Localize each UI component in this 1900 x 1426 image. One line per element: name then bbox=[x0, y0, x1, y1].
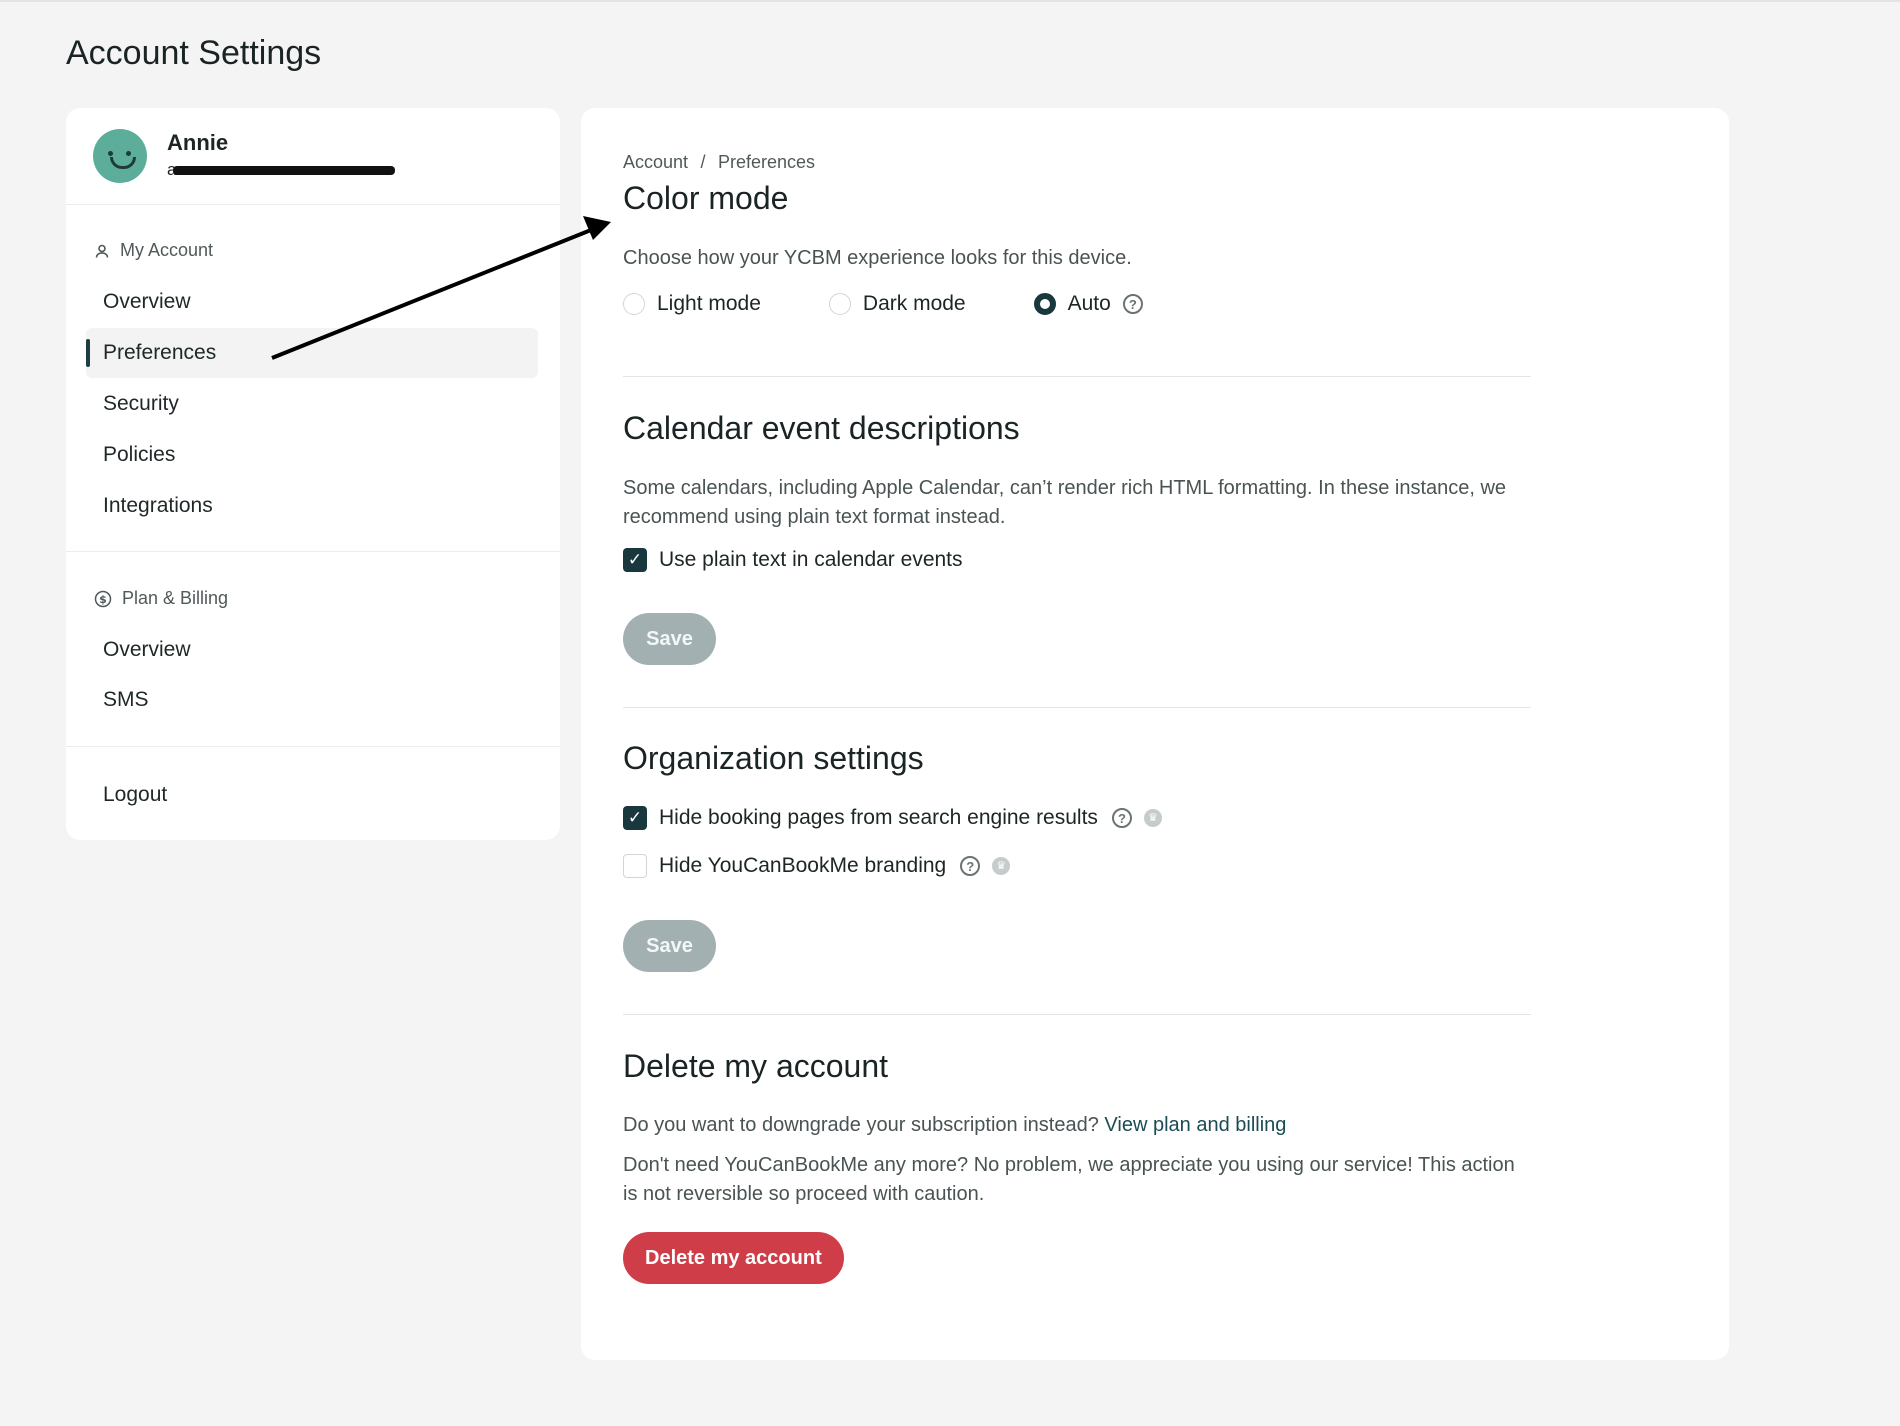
auto-mode-option[interactable]: Auto bbox=[1033, 292, 1111, 316]
hide-search-row: ✓ Hide booking pages from search engine … bbox=[623, 806, 1531, 830]
plain-text-row: ✓ Use plain text in calendar events bbox=[623, 548, 1531, 572]
downgrade-text: Do you want to downgrade your subscripti… bbox=[623, 1114, 1099, 1136]
help-icon[interactable]: ? bbox=[1111, 808, 1132, 828]
dark-mode-label: Dark mode bbox=[862, 292, 966, 315]
settings-sidebar: Annie a My Account Overview Preferences … bbox=[66, 108, 560, 840]
auto-mode-label: Auto bbox=[1067, 292, 1111, 315]
downgrade-row: Do you want to downgrade your subscripti… bbox=[623, 1111, 1531, 1140]
organization-title: Organization settings bbox=[623, 740, 924, 776]
plain-text-checkbox[interactable]: ✓ bbox=[623, 548, 647, 572]
breadcrumb-current: Preferences bbox=[717, 152, 816, 172]
calendar-description: Some calendars, including Apple Calendar… bbox=[623, 477, 1507, 528]
sidebar-item-preferences[interactable]: Preferences bbox=[86, 328, 538, 378]
light-mode-option[interactable]: Light mode bbox=[623, 292, 761, 316]
help-icon[interactable]: ? bbox=[960, 856, 981, 876]
sidebar-divider bbox=[66, 551, 560, 552]
organization-save-wrap: Save bbox=[623, 920, 1531, 972]
delete-warning: Don't need YouCanBookMe any more? No pro… bbox=[623, 1154, 1515, 1205]
avatar bbox=[93, 129, 147, 183]
avatar-eye-left bbox=[108, 151, 113, 156]
crown-icon: ♛ bbox=[992, 857, 1011, 875]
sidebar-item-overview[interactable]: Overview bbox=[86, 277, 538, 327]
profile-card: Annie a bbox=[66, 108, 560, 205]
user-icon bbox=[95, 244, 109, 258]
plan-billing-header-label: Plan & Billing bbox=[122, 588, 229, 608]
plan-billing-header: $ Plan & Billing bbox=[94, 588, 228, 609]
my-account-header-label: My Account bbox=[120, 240, 214, 260]
profile-name: Annie bbox=[167, 130, 229, 155]
color-mode-title: Color mode bbox=[623, 180, 789, 216]
section-divider bbox=[623, 1014, 1531, 1015]
section-divider bbox=[623, 376, 1531, 377]
sidebar-item-policies[interactable]: Policies bbox=[86, 430, 538, 480]
dollar-circle-icon: $ bbox=[94, 590, 112, 607]
hide-branding-label: Hide YouCanBookMe branding bbox=[659, 854, 947, 877]
preferences-panel: Account / Preferences Color mode Choose … bbox=[581, 108, 1729, 1360]
hide-search-checkbox[interactable]: ✓ bbox=[623, 806, 647, 830]
delete-account-button[interactable]: Delete my account bbox=[623, 1232, 844, 1284]
calendar-save-button[interactable]: Save bbox=[623, 613, 716, 665]
color-mode-options: Light mode Dark mode Auto ? bbox=[623, 292, 1531, 316]
breadcrumb: Account / Preferences bbox=[623, 152, 1531, 173]
organization-save-button[interactable]: Save bbox=[623, 920, 716, 972]
avatar-eye-right bbox=[126, 151, 131, 156]
delete-button-wrap: Delete my account bbox=[623, 1232, 1531, 1284]
sidebar-item-billing-overview[interactable]: Overview bbox=[86, 625, 538, 675]
svg-text:$: $ bbox=[99, 593, 107, 606]
avatar-mouth bbox=[110, 157, 136, 169]
sidebar-divider bbox=[66, 746, 560, 747]
breadcrumb-separator: / bbox=[700, 152, 706, 172]
my-account-header: My Account bbox=[94, 240, 213, 261]
view-plan-billing-link[interactable]: View plan and billing bbox=[1104, 1114, 1286, 1136]
sidebar-item-security[interactable]: Security bbox=[86, 379, 538, 429]
sidebar-item-sms[interactable]: SMS bbox=[86, 675, 538, 725]
section-divider bbox=[623, 707, 1531, 708]
help-icon[interactable]: ? bbox=[1122, 294, 1143, 314]
breadcrumb-account[interactable]: Account bbox=[623, 152, 688, 172]
delete-title: Delete my account bbox=[623, 1048, 889, 1084]
color-mode-description: Choose how your YCBM experience looks fo… bbox=[623, 247, 1132, 269]
calendar-save-wrap: Save bbox=[623, 613, 1531, 665]
light-mode-label: Light mode bbox=[657, 292, 761, 315]
hide-branding-checkbox[interactable] bbox=[623, 854, 647, 878]
crown-icon: ♛ bbox=[1143, 809, 1162, 827]
profile-email: a bbox=[167, 160, 395, 180]
plain-text-label: Use plain text in calendar events bbox=[659, 548, 963, 571]
hide-branding-row: Hide YouCanBookMe branding ? ♛ bbox=[623, 854, 1531, 878]
email-redaction bbox=[173, 166, 395, 175]
auto-mode-radio[interactable] bbox=[1033, 293, 1056, 315]
dark-mode-radio[interactable] bbox=[828, 293, 851, 315]
dark-mode-option[interactable]: Dark mode bbox=[828, 292, 966, 316]
sidebar-item-logout[interactable]: Logout bbox=[86, 770, 538, 820]
light-mode-radio[interactable] bbox=[623, 293, 645, 315]
hide-search-label: Hide booking pages from search engine re… bbox=[659, 806, 1098, 829]
sidebar-item-integrations[interactable]: Integrations bbox=[86, 481, 538, 531]
calendar-title: Calendar event descriptions bbox=[623, 410, 1020, 446]
page-title: Account Settings bbox=[66, 34, 322, 72]
